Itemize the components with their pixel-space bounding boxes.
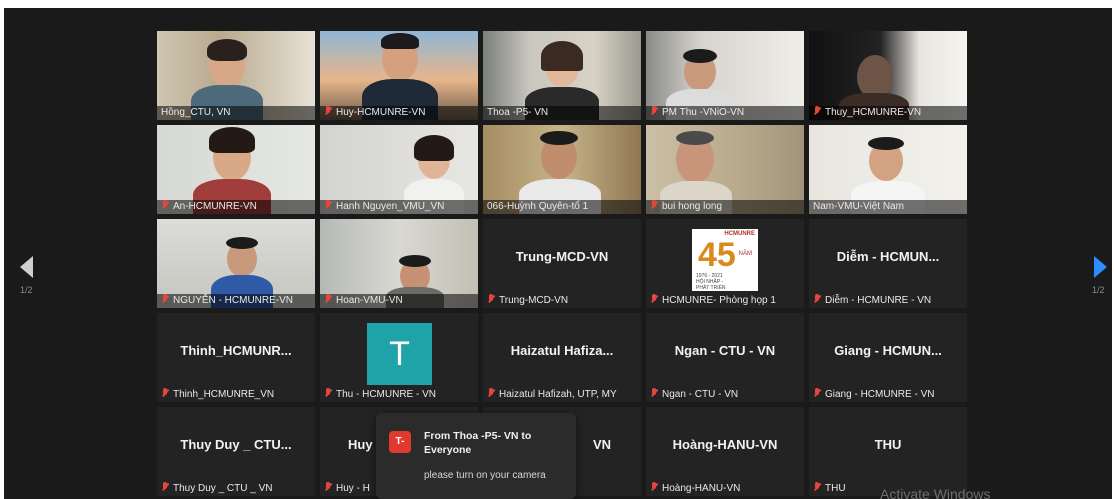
muted-mic-icon [324, 294, 333, 304]
participant-tile[interactable]: THU THU [809, 407, 967, 496]
participant-tile[interactable]: Hồng_CTU, VN [157, 31, 315, 120]
participant-display-name: Trung-MCD-VN [515, 249, 609, 264]
muted-mic-icon [324, 388, 333, 398]
participant-name: NGUYỄN - HCMUNRE-VN [157, 294, 315, 308]
next-page-button[interactable]: 1/2 [1088, 256, 1112, 306]
participant-name: Thoa -P5- VN [483, 106, 641, 120]
participant-display-name: THU [874, 437, 902, 452]
participant-tile[interactable]: Ngan - CTU - VN Ngan - CTU - VN [646, 313, 804, 402]
chat-sender-avatar: T- [389, 431, 411, 453]
participant-tile[interactable]: Thinh_HCMUNR... Thinh_HCMUNRE_VN [157, 313, 315, 402]
muted-mic-icon [813, 106, 822, 116]
participant-tile[interactable]: Thuy_HCMUNRE-VN [809, 31, 967, 120]
participant-name: Thuy Duy _ CTU _ VN [157, 482, 315, 496]
participant-name: Nam-VMU-Việt Nam [809, 200, 967, 214]
activate-windows-watermark: Activate Windows [880, 486, 991, 499]
muted-mic-icon [161, 388, 170, 398]
participant-tile[interactable]: Nam-VMU-Việt Nam [809, 125, 967, 214]
participant-name: Thinh_HCMUNRE_VN [157, 388, 315, 402]
participant-tile[interactable]: An-HCMUNRE-VN [157, 125, 315, 214]
chat-notification[interactable]: T- From Thoa -P5- VN to Everyone please … [376, 413, 576, 499]
participant-tile[interactable]: Thoa -P5- VN [483, 31, 641, 120]
muted-mic-icon [324, 200, 333, 210]
muted-mic-icon [161, 482, 170, 492]
participant-display-name: Hoàng-HANU-VN [672, 437, 778, 452]
participant-name: Hồng_CTU, VN [157, 106, 315, 120]
chat-message: please turn on your camera [424, 470, 546, 481]
participant-tile[interactable]: Haizatul Hafiza... Haizatul Hafizah, UTP… [483, 313, 641, 402]
participant-name: Diễm - HCMUNRE - VN [809, 294, 967, 308]
participant-name: Haizatul Hafizah, UTP, MY [483, 388, 641, 402]
participant-tile[interactable]: NGUYỄN - HCMUNRE-VN [157, 219, 315, 308]
participant-tile[interactable]: Giang - HCMUN... Giang - HCMUNRE - VN [809, 313, 967, 402]
muted-mic-icon [650, 388, 659, 398]
participant-name: 066-Huỳnh Quyên-tổ 1 [483, 200, 641, 214]
muted-mic-icon [324, 482, 333, 492]
participant-name: Thuy_HCMUNRE-VN [809, 106, 967, 120]
muted-mic-icon [650, 482, 659, 492]
participant-display-name: Ngan - CTU - VN [674, 343, 776, 358]
participant-tile[interactable]: Trung-MCD-VN Trung-MCD-VN [483, 219, 641, 308]
muted-mic-icon [161, 294, 170, 304]
participant-display-name: Thuy Duy _ CTU... [180, 437, 292, 452]
participant-display-name: Thinh_HCMUNR... [180, 343, 292, 358]
participant-tile-active-speaker[interactable]: 066-Huỳnh Quyên-tổ 1 [483, 125, 641, 214]
participant-tile[interactable]: Huy-HCMUNRE-VN [320, 31, 478, 120]
participant-name: Hoan-VMU-VN [320, 294, 478, 308]
participant-name: Huy-HCMUNRE-VN [320, 106, 478, 120]
chat-sender-line: From Thoa -P5- VN to Everyone [424, 430, 532, 456]
chevron-left-icon [20, 256, 33, 278]
participant-tile[interactable]: Thuy Duy _ CTU... Thuy Duy _ CTU _ VN [157, 407, 315, 496]
logo-line2: PHÁT TRIỂN [696, 285, 726, 291]
chevron-right-icon [1094, 256, 1107, 278]
participant-name: bui hong long [646, 200, 804, 214]
participant-name: Hanh Nguyen_VMU_VN [320, 200, 478, 214]
participant-display-name: Giang - HCMUN... [834, 343, 942, 358]
muted-mic-icon [650, 200, 659, 210]
muted-mic-icon [161, 200, 170, 210]
participant-tile[interactable]: Diễm - HCMUN... Diễm - HCMUNRE - VN [809, 219, 967, 308]
participant-name: Giang - HCMUNRE - VN [809, 388, 967, 402]
participant-tile[interactable]: Hoàng-HANU-VN Hoàng-HANU-VN [646, 407, 804, 496]
participant-display-name: Haizatul Hafiza... [510, 343, 614, 358]
muted-mic-icon [813, 482, 822, 492]
muted-mic-icon [487, 294, 496, 304]
participant-tile[interactable]: Hoan-VMU-VN [320, 219, 478, 308]
muted-mic-icon [813, 388, 822, 398]
participant-tile[interactable]: bui hong long [646, 125, 804, 214]
avatar: T [367, 323, 432, 385]
page-indicator-left: 1/2 [20, 285, 33, 295]
muted-mic-icon [487, 388, 496, 398]
participant-name: PM Thu -VNiO-VN [646, 106, 804, 120]
muted-mic-icon [650, 294, 659, 304]
participant-name: HCMUNRE- Phòng họp 1 [646, 294, 804, 308]
logo-unit: NĂM [738, 251, 752, 257]
participant-tile[interactable]: HCMUNRE 45 NĂM 1976 - 2021 HỘI NHẬP - PH… [646, 219, 804, 308]
participant-name: Thu - HCMUNRE - VN [320, 388, 478, 402]
participant-tile[interactable]: Hanh Nguyen_VMU_VN [320, 125, 478, 214]
muted-mic-icon [324, 106, 333, 116]
participant-tile[interactable]: PM Thu -VNiO-VN [646, 31, 804, 120]
participant-display-name: Diễm - HCMUN... [836, 249, 940, 264]
participant-name: Hoàng-HANU-VN [646, 482, 804, 496]
previous-page-button[interactable]: 1/2 [16, 256, 40, 306]
participant-name: Trung-MCD-VN [483, 294, 641, 308]
participant-name: An-HCMUNRE-VN [157, 200, 315, 214]
page-indicator-right: 1/2 [1092, 285, 1105, 295]
participant-name: Ngan - CTU - VN [646, 388, 804, 402]
muted-mic-icon [650, 106, 659, 116]
logo-number: 45 [698, 236, 736, 274]
participant-tile[interactable]: T Thu - HCMUNRE - VN [320, 313, 478, 402]
hcmunre-logo: HCMUNRE 45 NĂM 1976 - 2021 HỘI NHẬP - PH… [692, 229, 758, 291]
muted-mic-icon [813, 294, 822, 304]
